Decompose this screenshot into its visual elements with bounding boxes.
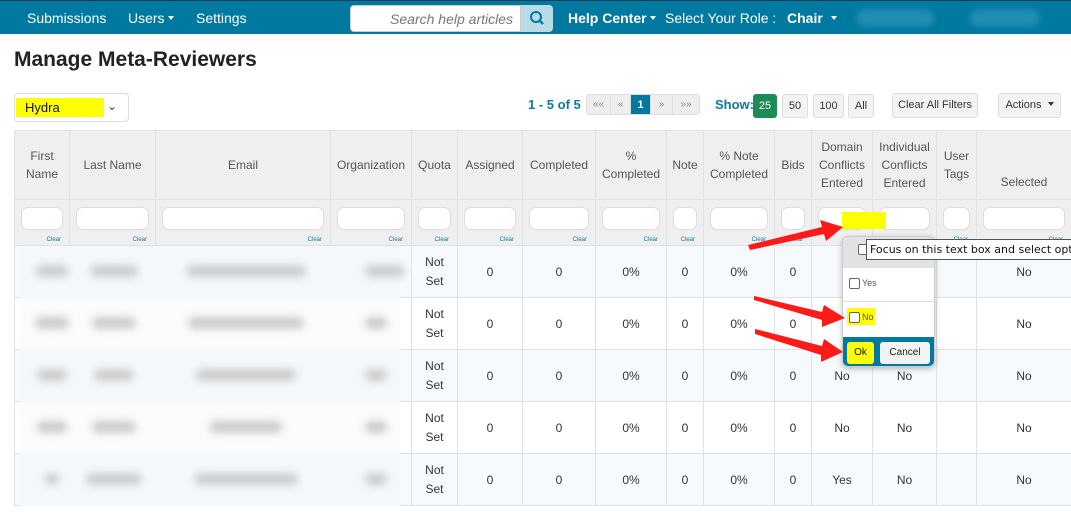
arrow-to-ok-button-icon	[755, 329, 843, 362]
arrow-to-no-option-icon	[754, 296, 845, 327]
arrow-to-filter-icon	[748, 220, 843, 250]
annotation-arrows	[748, 220, 845, 362]
